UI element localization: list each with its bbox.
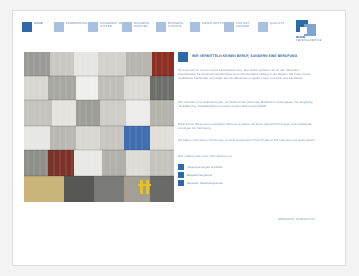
headline-square-icon bbox=[178, 52, 188, 62]
bullet-square-icon bbox=[178, 172, 184, 178]
nav-square-icon bbox=[122, 22, 132, 32]
nav-item-label: QUALITÄT bbox=[270, 21, 285, 25]
nav-square-icon bbox=[88, 22, 98, 32]
footer-links[interactable]: IMPRESSUM | DATENSCHUTZ bbox=[278, 218, 315, 221]
bullet-square-icon bbox=[178, 180, 184, 186]
shipping-containers-image bbox=[24, 52, 174, 202]
link-label: Bewerberangebote bbox=[187, 173, 213, 177]
logo-square-white bbox=[300, 27, 307, 34]
nav-square-icon bbox=[190, 22, 200, 32]
link-voraussetzungen[interactable]: Voraussetzungen & Ablauf bbox=[178, 164, 298, 170]
bullet-square-icon bbox=[178, 164, 184, 170]
paragraph-4: Sie haben noch keinen Wohnungs- und Umzu… bbox=[178, 138, 316, 142]
nav-square-icon bbox=[224, 22, 234, 32]
paragraph-3: Dank kurzer Wege und persönlicher Betreu… bbox=[178, 122, 312, 131]
nav-square-icon bbox=[258, 22, 268, 32]
intro-paragraph: Ihr Anspruch an uns ist unsere Herausfor… bbox=[178, 68, 311, 81]
container-photo bbox=[24, 52, 174, 202]
paragraph-2: Wir verbinden Ihre Anforderungen, vermit… bbox=[178, 100, 313, 109]
link-bewerberangebote[interactable]: Bewerberangebote bbox=[178, 172, 298, 178]
nav-square-icon bbox=[54, 22, 64, 32]
company-logo[interactable]: MENNE PERSONALSERVICE bbox=[296, 20, 321, 42]
nav-square-icon bbox=[156, 22, 166, 32]
link-label: aktuellen Stellenangeboten bbox=[187, 181, 224, 185]
headline-bar: WIR VERMITTELN KEINEN BERUF, SONDERN EIN… bbox=[178, 52, 318, 62]
logo-subtext: PERSONALSERVICE bbox=[296, 39, 322, 42]
link-stellenangebote[interactable]: aktuellen Stellenangeboten bbox=[178, 180, 298, 186]
link-label: Voraussetzungen & Ablauf bbox=[187, 165, 223, 169]
paragraph-5: Hier erfahren Sie mehr Informationen zu: bbox=[178, 154, 233, 158]
nav-square-icon bbox=[22, 22, 32, 32]
page-headline: WIR VERMITTELN KEINEN BERUF, SONDERN EIN… bbox=[192, 54, 299, 58]
